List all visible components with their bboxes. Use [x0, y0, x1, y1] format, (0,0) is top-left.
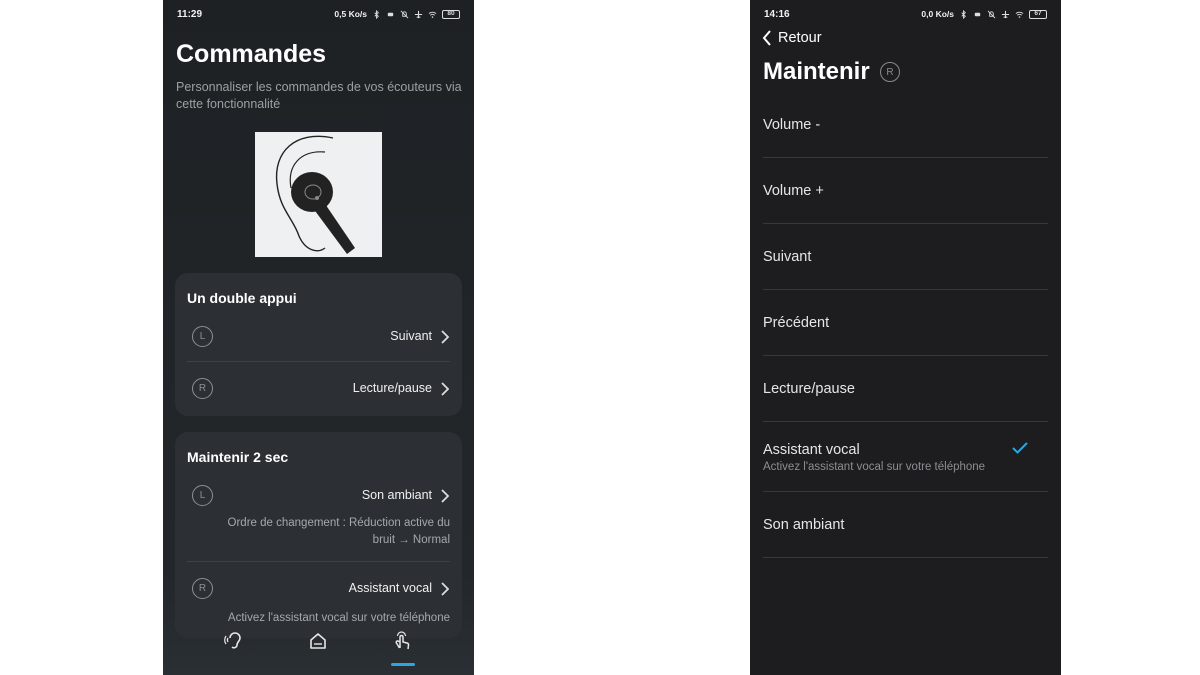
- hold-title: Maintenir 2 sec: [187, 449, 289, 465]
- back-label: Retour: [778, 30, 822, 46]
- home-icon: [310, 633, 326, 649]
- option-previous[interactable]: Précédent: [763, 290, 1048, 356]
- page-title: Commandes: [176, 40, 327, 68]
- option-label: Suivant: [763, 249, 812, 265]
- nav-home-button[interactable]: [303, 626, 333, 656]
- bottom-navigation: [163, 622, 474, 675]
- page-title: Maintenir: [763, 58, 870, 85]
- checkmark-icon: [1012, 442, 1028, 454]
- left-earbud-badge: L: [192, 326, 213, 347]
- mute-bell-icon: [987, 10, 996, 18]
- nav-ear-button[interactable]: [219, 626, 249, 656]
- hold-left-row[interactable]: L Son ambiant Ordre de changement : Rédu…: [187, 484, 450, 554]
- commands-screen: 11:29 0,5 Ko/s 80 Commandes Personnalise…: [163, 0, 474, 675]
- option-volume-up[interactable]: Volume +: [763, 158, 1048, 224]
- option-label: Volume -: [763, 117, 821, 133]
- chevron-right-icon: [441, 582, 450, 596]
- battery-icon: 80: [442, 9, 460, 19]
- option-volume-down[interactable]: Volume -: [763, 92, 1048, 158]
- chevron-right-icon: [441, 489, 450, 503]
- network-speed: 0,5 Ko/s: [334, 9, 367, 19]
- hold-right-row[interactable]: R Assistant vocal Activez l'assistant vo…: [187, 577, 450, 627]
- status-time: 11:29: [177, 8, 203, 20]
- hold-left-description: Ordre de changement : Réduction active d…: [227, 517, 450, 546]
- double-tap-right-value: Lecture/pause: [352, 381, 432, 395]
- status-bar: 14:16 0,0 Ko/s 67: [750, 0, 1061, 28]
- option-label: Lecture/pause: [763, 381, 855, 397]
- ear-icon: [224, 632, 241, 649]
- page-subtitle: Personnaliser les commandes de vos écout…: [176, 80, 462, 111]
- option-ambient-sound[interactable]: Son ambiant: [763, 492, 1048, 558]
- double-tap-right-row[interactable]: R Lecture/pause: [187, 377, 450, 401]
- chevron-right-icon: [441, 330, 450, 344]
- active-tab-indicator: [391, 663, 415, 666]
- vibrate-icon: [974, 12, 981, 16]
- earbud-in-ear-illustration: [255, 132, 382, 257]
- hold-left-value: Son ambiant: [361, 488, 432, 502]
- double-tap-left-row[interactable]: L Suivant: [187, 325, 450, 349]
- double-tap-card: Un double appui L Suivant R Lecture/paus…: [175, 273, 462, 416]
- option-description: Activez l'assistant vocal sur votre télé…: [763, 461, 986, 473]
- touch-hand-icon: [395, 631, 410, 650]
- right-earbud-badge: R: [192, 378, 213, 399]
- double-tap-left-value: Suivant: [390, 329, 432, 343]
- right-earbud-badge: R: [880, 62, 900, 82]
- battery-icon: 67: [1029, 9, 1047, 19]
- option-label: Son ambiant: [763, 517, 845, 533]
- option-label: Volume +: [763, 183, 824, 199]
- divider: [187, 361, 450, 362]
- airplane-icon: [1001, 10, 1010, 18]
- vibrate-icon: [387, 12, 394, 16]
- airplane-icon: [414, 10, 423, 18]
- bluetooth-icon: [374, 9, 379, 19]
- back-button[interactable]: Retour: [762, 30, 822, 46]
- chevron-right-icon: [441, 382, 450, 396]
- right-earbud-badge: R: [192, 578, 213, 599]
- bluetooth-icon: [961, 9, 966, 19]
- mute-bell-icon: [400, 10, 409, 18]
- double-tap-title: Un double appui: [187, 290, 297, 306]
- hold-card: Maintenir 2 sec L Son ambiant Ordre de c…: [175, 432, 462, 638]
- left-earbud-badge: L: [192, 485, 213, 506]
- option-next[interactable]: Suivant: [763, 224, 1048, 290]
- option-label: Assistant vocal: [763, 442, 860, 458]
- hold-options-screen: 14:16 0,0 Ko/s 67 Retour Maintenir R Vol…: [750, 0, 1061, 675]
- network-speed: 0,0 Ko/s: [921, 9, 954, 19]
- status-time: 14:16: [764, 8, 790, 20]
- wifi-icon: [428, 11, 437, 18]
- nav-controls-button[interactable]: [387, 626, 417, 656]
- wifi-icon: [1015, 11, 1024, 18]
- hold-right-value: Assistant vocal: [348, 581, 432, 595]
- option-voice-assistant[interactable]: Assistant vocal Activez l'assistant voca…: [763, 422, 1048, 492]
- option-play-pause[interactable]: Lecture/pause: [763, 356, 1048, 422]
- status-bar: 11:29 0,5 Ko/s 80: [163, 0, 474, 28]
- chevron-left-icon: [762, 30, 771, 46]
- option-label: Précédent: [763, 315, 830, 331]
- divider: [187, 561, 450, 562]
